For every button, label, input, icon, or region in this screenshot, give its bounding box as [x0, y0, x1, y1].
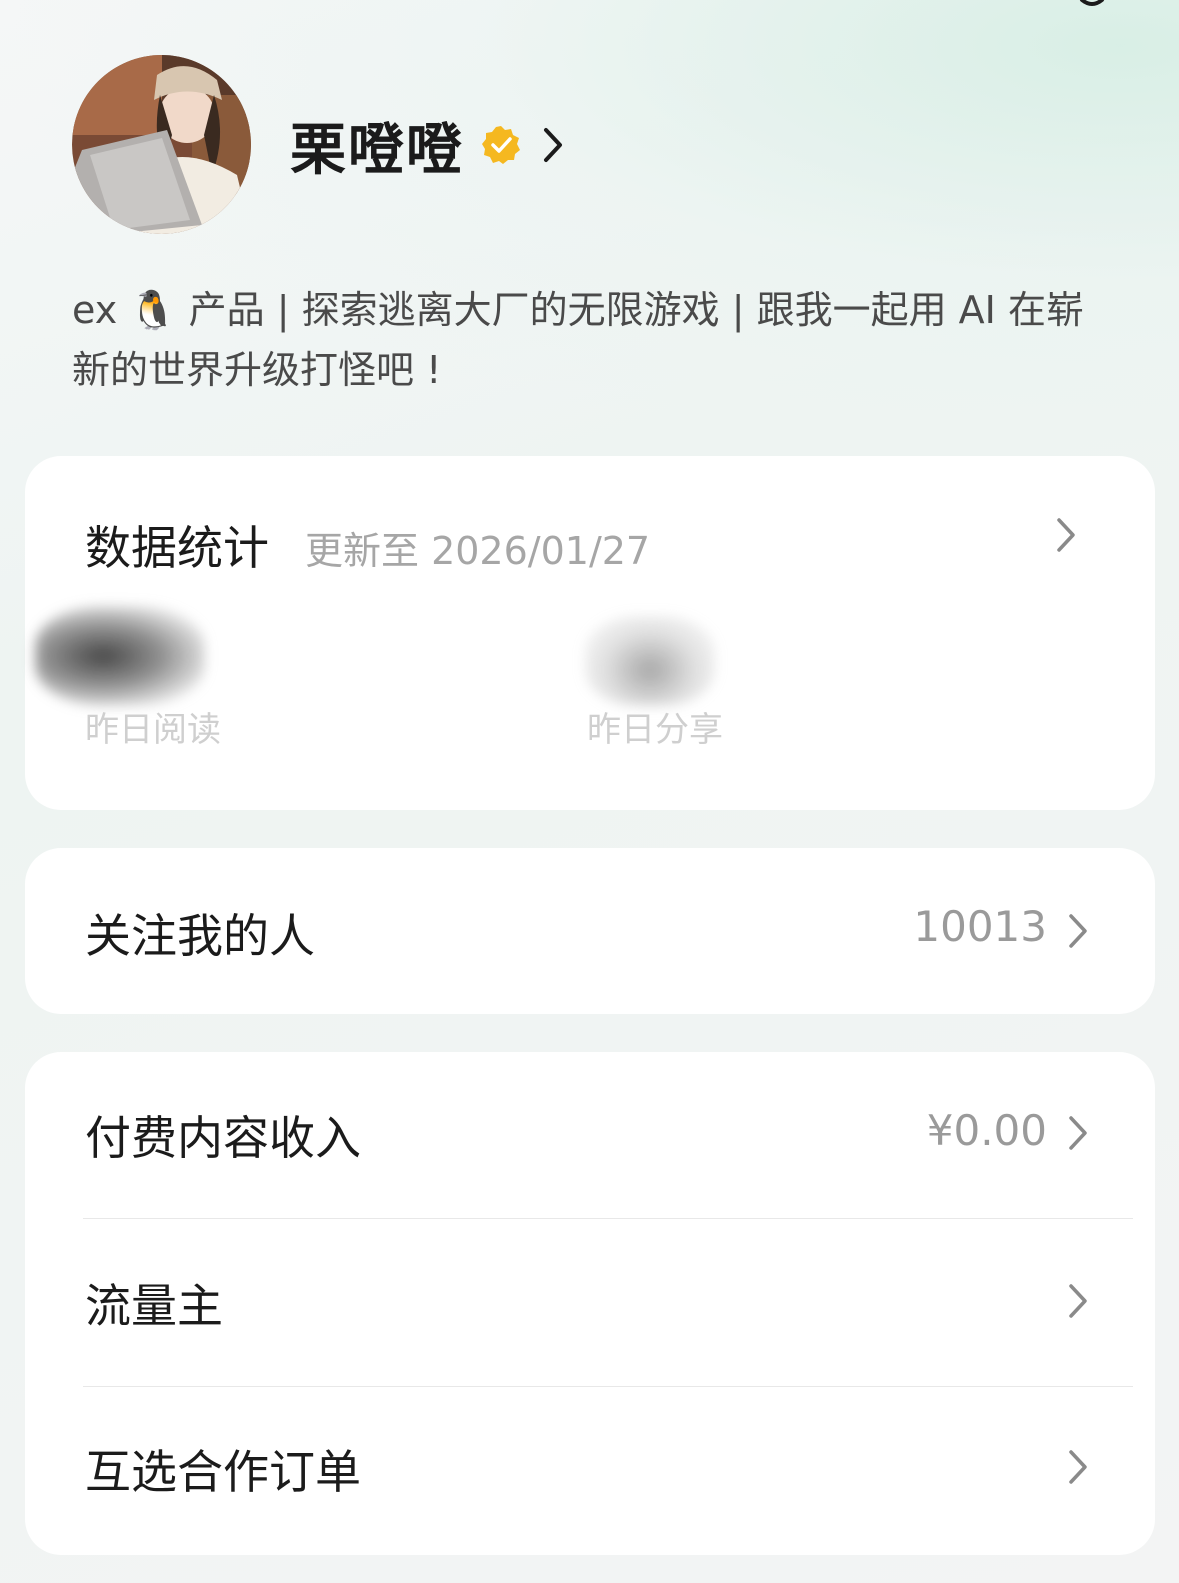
chevron-right-icon — [1069, 1450, 1087, 1484]
divider — [83, 1386, 1133, 1387]
redacted-value — [35, 606, 205, 706]
profile-bio: ex 🐧 产品 | 探索逃离大厂的无限游戏 | 跟我一起用 AI 在崭新的世界升… — [72, 288, 1084, 392]
chevron-right-icon — [1069, 914, 1087, 948]
profile-name-row[interactable]: 栗噔噔 — [290, 112, 564, 183]
paid-income-value: ¥0.00 — [926, 1106, 1047, 1155]
chevron-right-icon — [1069, 1116, 1087, 1150]
chevron-right-icon — [1057, 518, 1075, 552]
chevron-right-icon — [1069, 1284, 1087, 1318]
followers-label: 关注我的人 — [85, 909, 315, 963]
data-stats-card[interactable]: 数据统计 更新至 2026/01/27 昨日阅读 昨日分享 — [25, 456, 1155, 810]
chevron-right-icon — [544, 128, 562, 162]
menu-item-label: 付费内容收入 — [85, 1111, 361, 1165]
stats-title: 数据统计 — [85, 521, 269, 575]
settings-icon[interactable] — [1068, 0, 1116, 20]
stat-label-yesterday-reads: 昨日阅读 — [85, 710, 221, 750]
followers-card[interactable]: 关注我的人 10013 — [25, 848, 1155, 1014]
redacted-value — [585, 616, 715, 706]
stats-updated-date: 更新至 2026/01/27 — [305, 529, 651, 573]
menu-card: 付费内容收入 ¥0.00 流量主 互选合作订单 — [25, 1052, 1155, 1555]
profile-name: 栗噔噔 — [290, 117, 464, 183]
menu-item-label: 流量主 — [85, 1279, 223, 1333]
avatar[interactable] — [72, 55, 251, 234]
stat-label-yesterday-shares: 昨日分享 — [587, 710, 723, 750]
divider — [83, 1218, 1133, 1219]
verified-badge-icon — [482, 126, 520, 164]
followers-count: 10013 — [913, 902, 1047, 951]
menu-item-label: 互选合作订单 — [85, 1445, 361, 1499]
